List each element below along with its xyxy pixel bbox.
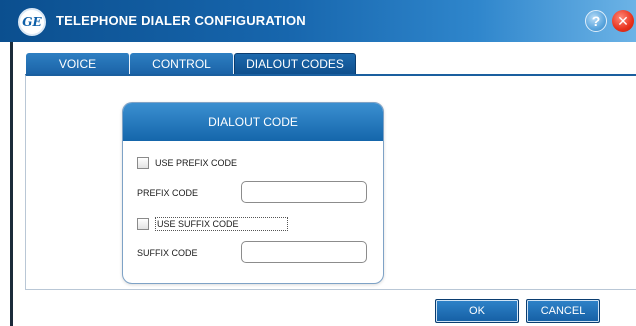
suffix-code-input[interactable] [241, 241, 367, 263]
use-prefix-label: USE PREFIX CODE [155, 158, 238, 168]
dialout-code-panel: DIALOUT CODE USE PREFIX CODE PREFIX CODE… [122, 102, 384, 284]
use-prefix-checkbox[interactable] [137, 157, 149, 169]
window-title: TELEPHONE DIALER CONFIGURATION [56, 13, 306, 28]
tab-dialout-codes[interactable]: DIALOUT CODES [234, 53, 356, 75]
close-icon[interactable]: ✕ [612, 10, 634, 32]
use-suffix-label: USE SUFFIX CODE [155, 217, 288, 231]
ge-logo-icon: GE [18, 8, 46, 36]
panel-title: DIALOUT CODE [123, 103, 383, 141]
ok-button[interactable]: OK [435, 299, 519, 323]
tab-bar: VOICE CONTROL DIALOUT CODES [26, 53, 356, 75]
window-left-border [0, 42, 13, 326]
use-prefix-row: USE PREFIX CODE [137, 157, 237, 169]
use-suffix-row: USE SUFFIX CODE [137, 217, 288, 231]
tab-voice[interactable]: VOICE [26, 53, 130, 75]
use-suffix-checkbox[interactable] [137, 218, 149, 230]
help-icon[interactable]: ? [585, 10, 607, 32]
tab-control[interactable]: CONTROL [130, 53, 234, 75]
prefix-code-label: PREFIX CODE [137, 188, 199, 198]
cancel-button[interactable]: CANCEL [526, 299, 600, 323]
title-bar: GE TELEPHONE DIALER CONFIGURATION ? ✕ [0, 0, 636, 42]
prefix-code-input[interactable] [241, 181, 367, 203]
suffix-code-label: SUFFIX CODE [137, 248, 198, 258]
